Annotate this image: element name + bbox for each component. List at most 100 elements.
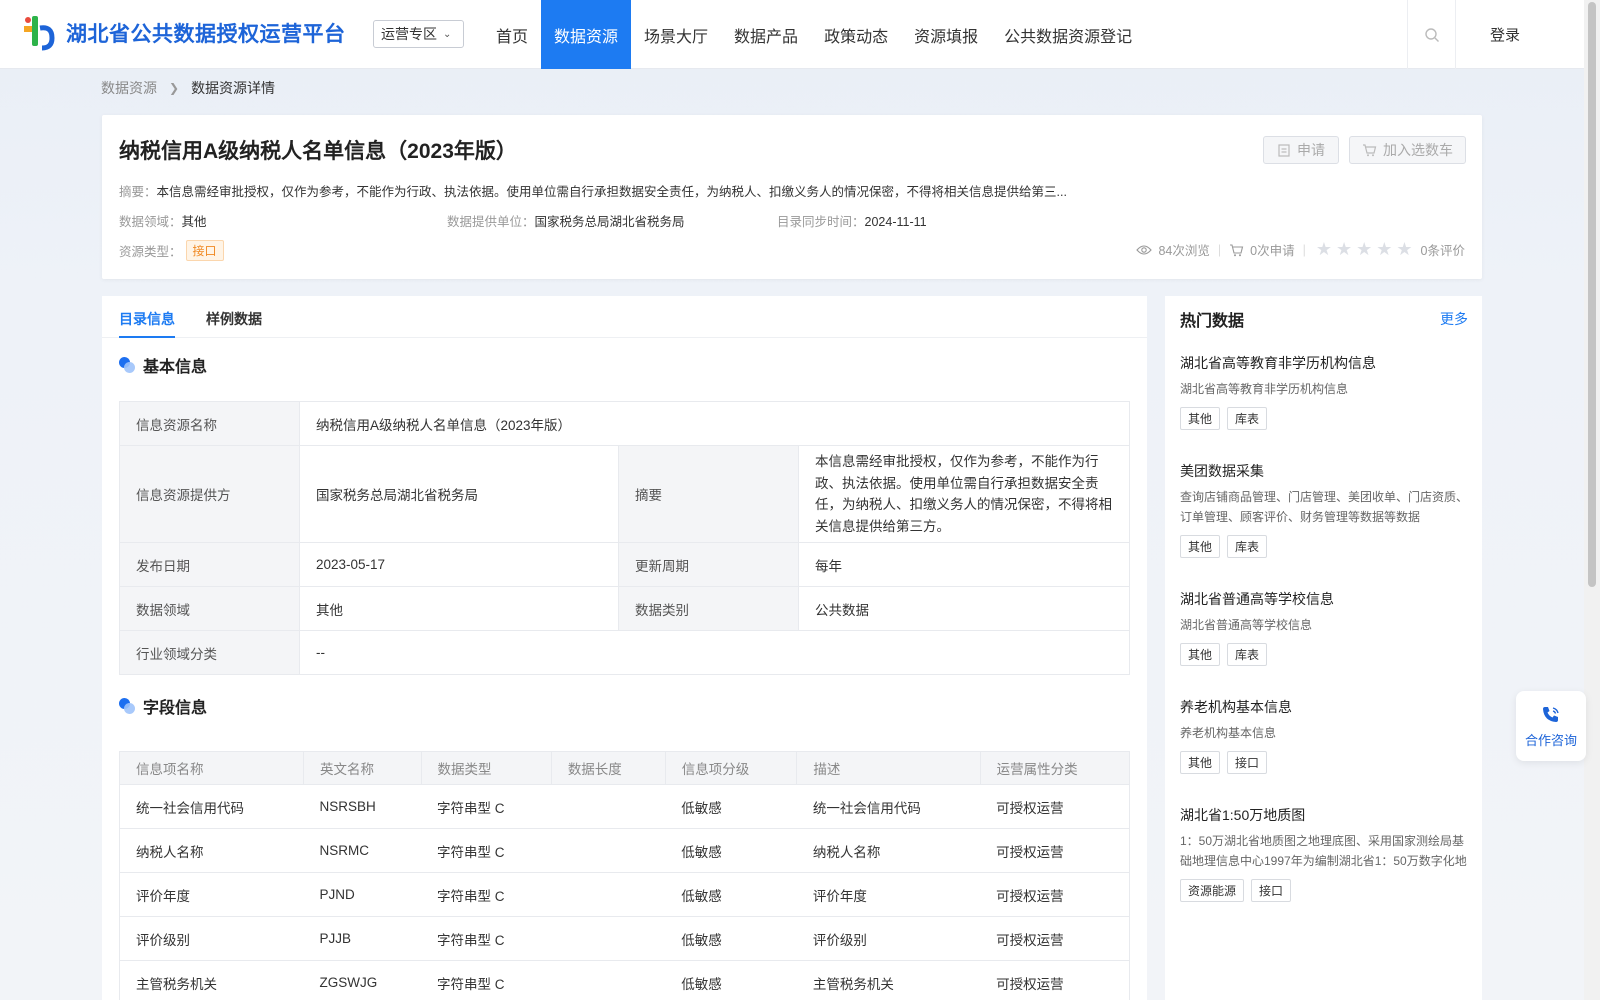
hot-item-tags: 其他 库表 [1180,535,1470,558]
table-row: 评价级别 PJJB 字符串型 C 低敏感 评价级别 可授权运营 [119,916,1131,961]
meta-label: 资源类型： [119,245,182,259]
hot-item-tags: 其他 库表 [1180,407,1470,430]
hot-data-item[interactable]: 养老机构基本信息 养老机构基本信息 其他 接口 [1180,697,1470,774]
tab-sample-data[interactable]: 样例数据 [206,309,262,329]
meta-value: 其他 [181,215,207,229]
info-value: -- [299,630,1130,675]
table-cell: 评价级别 [119,916,304,961]
site-logo[interactable]: 湖北省公共数据授权运营平台 [18,12,346,54]
breadcrumb-parent[interactable]: 数据资源 [101,78,157,98]
table-cell: 统一社会信用代码 [119,784,304,829]
resource-type-tag: 接口 [185,240,224,261]
column-header: 信息项名称 [119,751,304,785]
nav-item-resource-registry[interactable]: 公共数据资源登记 [991,0,1145,69]
nav-label: 公共数据资源登记 [1004,28,1133,46]
hot-item-desc: 养老机构基本信息 [1180,726,1277,740]
table-cell: 低敏感 [665,872,797,917]
hot-data-more-link[interactable]: 更多 [1440,309,1468,329]
info-key: 信息资源名称 [119,401,300,446]
section-title: 基本信息 [143,359,208,376]
hot-item-name[interactable]: 养老机构基本信息 [1180,697,1470,717]
star-icon: ★ [1335,239,1353,259]
zone-dropdown[interactable]: 运营专区 ⌄ [373,20,464,48]
table-row: 统一社会信用代码 NSRSBH 字符串型 C 低敏感 统一社会信用代码 可授权运营 [119,784,1131,829]
scrollbar-thumb[interactable] [1588,2,1596,587]
info-value: 公共数据 [798,586,1130,631]
table-cell: 低敏感 [665,916,797,961]
column-header: 数据长度 [550,751,666,785]
nav-label: 数据产品 [734,28,799,46]
site-name: 湖北省公共数据授权运营平台 [66,23,346,46]
stat-divider: | [1217,242,1222,257]
meta-value: 国家税务总局湖北省税务局 [534,215,685,229]
table-row: 行业领域分类 -- [119,630,1130,675]
resource-abstract: 摘要：本信息需经审批授权，仅作为参考，不能作为行政、执法依据。使用单位需自行承担… [119,181,1067,200]
nav-item-home[interactable]: 首页 [483,0,541,69]
search-button[interactable] [1407,0,1456,69]
nav-item-data-products[interactable]: 数据产品 [721,0,811,69]
cart-icon [1230,243,1244,256]
breadcrumb: 数据资源 ❯ 数据资源详情 [101,78,275,98]
rating-stars: ★ ★ ★ ★ ★ [1314,239,1415,260]
table-cell: 低敏感 [665,960,797,1000]
star-icon: ★ [1356,239,1373,259]
section-title: 字段信息 [143,700,208,717]
hot-item-tag: 其他 [1180,535,1221,558]
hot-item-name[interactable]: 湖北省高等教育非学历机构信息 [1180,353,1470,373]
table-cell: 主管税务机关 [119,960,304,1000]
hot-data-item[interactable]: 湖北省高等教育非学历机构信息 湖北省高等教育非学历机构信息 其他 库表 [1180,353,1470,430]
table-row: 数据领域 其他 数据类别 公共数据 [119,586,1130,631]
apply-count: 0次申请 [1250,244,1295,258]
hot-item-name[interactable]: 湖北省1:50万地质图 [1180,805,1470,825]
field-info-heading: 字段信息 [119,694,207,718]
info-value: 本信息需经审批授权，仅作为参考，不能作为行政、执法依据。使用单位需自行承担数据安… [798,445,1130,543]
table-cell: 字符串型 C [421,872,552,917]
info-key: 更新周期 [618,542,799,587]
nav-item-scenario-hall[interactable]: 场景大厅 [631,0,721,69]
hot-item-tag: 其他 [1180,751,1221,774]
table-cell: 统一社会信用代码 [796,784,981,829]
table-row: 评价年度 PJND 字符串型 C 低敏感 评价年度 可授权运营 [119,872,1131,917]
apply-icon [1278,144,1290,157]
table-cell: 主管税务机关 [796,960,981,1000]
column-header: 运营属性分类 [979,751,1131,785]
column-header: 数据类型 [420,751,552,785]
tab-catalog-info[interactable]: 目录信息 [119,309,175,329]
chevron-down-icon: ⌄ [443,28,452,40]
hot-data-title: 热门数据 [1180,313,1245,330]
nav-label: 数据资源 [554,28,619,46]
hot-item-name[interactable]: 美团数据采集 [1180,461,1470,481]
abstract-label: 摘要： [119,185,157,199]
nav-item-data-resources[interactable]: 数据资源 [541,0,632,69]
hot-data-item[interactable]: 美团数据采集 查询店铺商品管理、门店管理、美团收单、门店资质、订单管理、顾客评价… [1180,461,1470,558]
table-cell: 可授权运营 [980,916,1131,961]
hot-item-desc: 湖北省普通高等学校信息 [1180,618,1313,632]
hot-item-tags: 其他 库表 [1180,643,1470,666]
info-value: 国家税务总局湖北省税务局 [299,445,619,543]
hot-item-name[interactable]: 湖北省普通高等学校信息 [1180,589,1470,609]
hot-data-item[interactable]: 湖北省1:50万地质图 1：50万湖北省地质图之地理底图、采用国家测绘局基础地理… [1180,805,1470,902]
eye-icon [1136,244,1153,255]
chevron-right-icon: ❯ [169,81,180,95]
abstract-text: 本信息需经审批授权，仅作为参考，不能作为行政、执法依据。使用单位需自行承担数据安… [156,185,1067,199]
login-link[interactable]: 登录 [1490,24,1520,45]
table-cell: 纳税人名称 [796,828,981,873]
table-row: 纳税人名称 NSRMC 字符串型 C 低敏感 纳税人名称 可授权运营 [119,828,1131,873]
apply-button[interactable]: 申请 [1263,136,1339,164]
hot-data-item[interactable]: 湖北省普通高等学校信息 湖北省普通高等学校信息 其他 库表 [1180,589,1470,666]
nav-item-resource-fill[interactable]: 资源填报 [901,0,991,69]
nav-item-policy-news[interactable]: 政策动态 [811,0,901,69]
meta-domain: 数据领域：其他 [119,211,207,230]
table-row: 信息资源名称 纳税信用A级纳税人名单信息（2023年版） [119,401,1130,446]
page-scrollbar[interactable] [1584,0,1600,1000]
main-nav: 首页 数据资源 场景大厅 数据产品 政策动态 资源填报 公共数据资源登记 [483,0,1145,69]
add-to-cart-label: 加入选数车 [1383,142,1453,158]
cooperation-consult-button[interactable]: 合作咨询 [1516,691,1586,761]
star-icon: ★ [1376,239,1393,259]
add-to-cart-button[interactable]: 加入选数车 [1349,136,1466,164]
stat-divider: | [1302,242,1306,257]
info-key: 发布日期 [119,542,300,587]
catalog-card: 目录信息 样例数据 基本信息 信息资源名称 纳税信用A级纳税人名单信息（2023… [102,296,1147,1000]
star-icon: ★ [1396,239,1413,259]
table-cell: 字符串型 C [421,916,552,961]
